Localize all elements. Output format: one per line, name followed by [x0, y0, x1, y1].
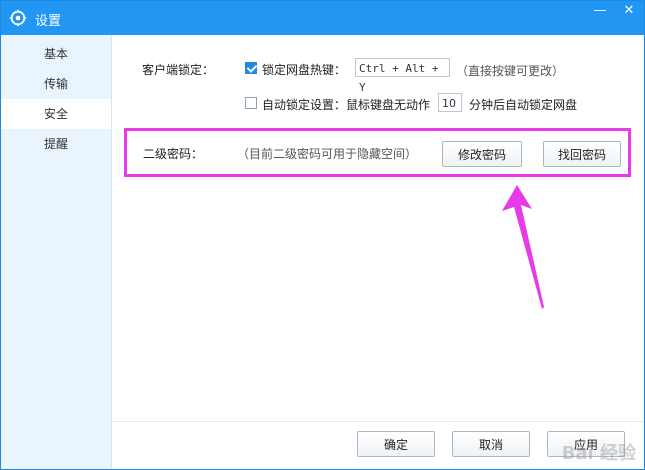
auto-lock-label: 自动锁定设置：鼠标键盘无动作: [262, 98, 431, 112]
auto-lock-suffix: 分钟后自动锁定网盘: [469, 98, 578, 112]
auto-lock-minutes-input[interactable]: 10: [438, 93, 462, 112]
recover-password-button[interactable]: 找回密码: [543, 141, 621, 167]
baidu-watermark: Bai 经验: [561, 443, 636, 464]
hotkey-checkbox-label: 锁定网盘热键：: [262, 63, 347, 77]
hotkey-input[interactable]: Ctrl + Alt + Y: [355, 58, 450, 94]
close-button[interactable]: ✕: [615, 1, 643, 23]
change-password-button[interactable]: 修改密码: [442, 141, 522, 167]
sidebar-item-reminder[interactable]: 提醒: [1, 129, 111, 159]
window-title: 设置: [35, 14, 62, 29]
security-panel: 客户端锁定： 锁定网盘热键： Ctrl + Alt + Y （直接按键可更改） …: [112, 35, 644, 469]
sidebar-item-transfer[interactable]: 传输: [1, 69, 111, 99]
second-password-hint: （目前二级密码可用于隐藏空间）: [237, 147, 418, 161]
title-bar[interactable]: 设置 — ✕: [1, 1, 644, 35]
footer-divider: [112, 421, 644, 422]
hotkey-checkbox[interactable]: [245, 62, 257, 74]
minimize-button[interactable]: —: [586, 1, 614, 23]
auto-lock-checkbox[interactable]: [245, 97, 257, 109]
annotation-arrow: [502, 185, 544, 309]
second-password-label: 二级密码：: [143, 147, 204, 161]
settings-gear-icon: [9, 9, 27, 27]
hotkey-hint: （直接按键可更改）: [456, 64, 565, 78]
client-lock-label: 客户端锁定：: [142, 63, 215, 77]
ok-button[interactable]: 确定: [357, 431, 435, 457]
sidebar-item-security[interactable]: 安全: [1, 99, 111, 129]
settings-window: 设置 — ✕ 基本 传输 安全 提醒 客户端锁定： 锁定网盘热键： Ctrl +…: [0, 0, 645, 470]
cancel-button[interactable]: 取消: [452, 431, 530, 457]
sidebar-item-basic[interactable]: 基本: [1, 39, 111, 69]
settings-sidebar: 基本 传输 安全 提醒: [1, 35, 112, 469]
